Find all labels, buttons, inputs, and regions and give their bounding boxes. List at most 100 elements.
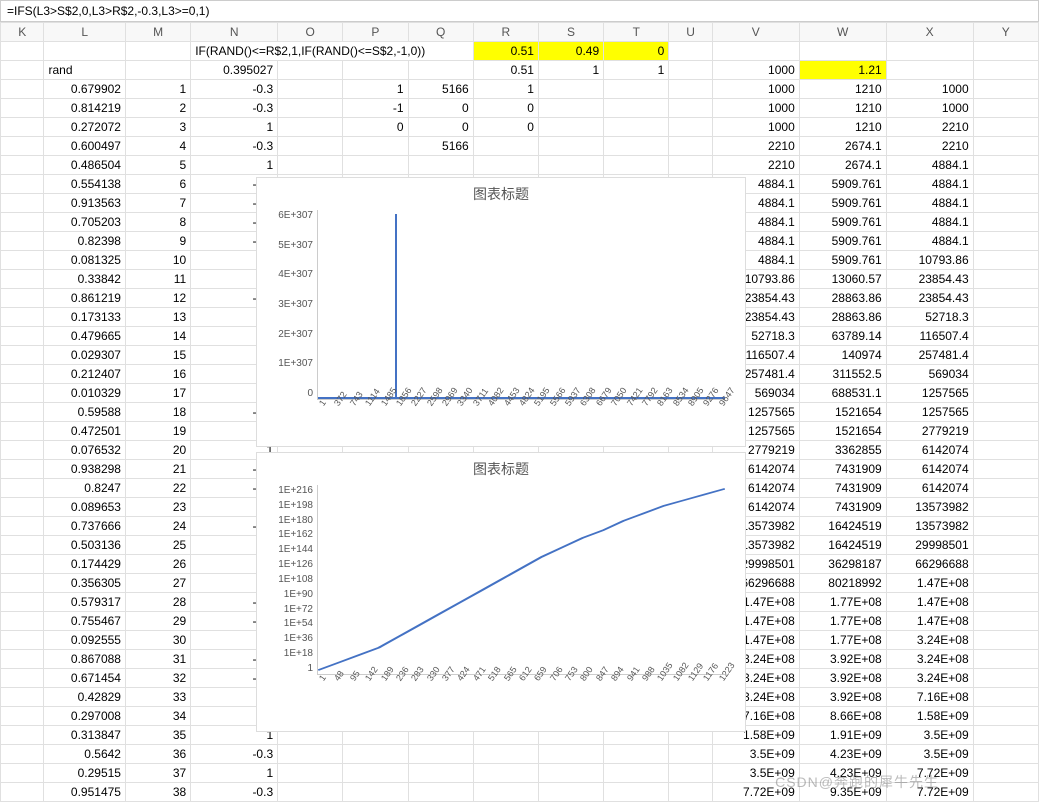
- cell[interactable]: 1000: [886, 99, 973, 118]
- cell[interactable]: 0: [408, 118, 473, 137]
- cell[interactable]: 0.600497: [44, 137, 126, 156]
- table-row[interactable]: 0.27207231000100012102210: [1, 118, 1039, 137]
- cell[interactable]: 18: [125, 403, 190, 422]
- cell[interactable]: [1, 232, 44, 251]
- cell[interactable]: [669, 99, 712, 118]
- cell[interactable]: [973, 289, 1038, 308]
- cell[interactable]: 1000: [886, 80, 973, 99]
- cell[interactable]: 1257565: [886, 403, 973, 422]
- cell[interactable]: 34: [125, 707, 190, 726]
- cell[interactable]: 0.755467: [44, 612, 126, 631]
- cell[interactable]: 1.21: [799, 61, 886, 80]
- cell[interactable]: [1, 61, 44, 80]
- cell[interactable]: [973, 612, 1038, 631]
- cell[interactable]: 5909.761: [799, 251, 886, 270]
- cell[interactable]: 38: [125, 783, 190, 802]
- cell[interactable]: [343, 156, 408, 175]
- cell[interactable]: 13573982: [886, 517, 973, 536]
- cell[interactable]: 30: [125, 631, 190, 650]
- cell[interactable]: -0.3: [191, 99, 278, 118]
- cell[interactable]: [278, 118, 343, 137]
- cell[interactable]: 7431909: [799, 460, 886, 479]
- cell[interactable]: 7.72E+09: [886, 764, 973, 783]
- cell[interactable]: 15: [125, 346, 190, 365]
- cell[interactable]: 6142074: [886, 460, 973, 479]
- cell[interactable]: 1: [125, 80, 190, 99]
- cell[interactable]: [973, 118, 1038, 137]
- cell[interactable]: [604, 137, 669, 156]
- cell[interactable]: 0.010329: [44, 384, 126, 403]
- cell[interactable]: 2779219: [886, 422, 973, 441]
- cell[interactable]: [1, 460, 44, 479]
- cell[interactable]: 140974: [799, 346, 886, 365]
- cell[interactable]: [408, 156, 473, 175]
- cell[interactable]: [278, 61, 343, 80]
- cell[interactable]: 1: [473, 80, 538, 99]
- cell[interactable]: 23854.43: [886, 270, 973, 289]
- col-header-X[interactable]: X: [886, 23, 973, 42]
- cell[interactable]: 1210: [799, 118, 886, 137]
- cell[interactable]: [973, 764, 1038, 783]
- cell[interactable]: [973, 213, 1038, 232]
- cell[interactable]: 0.313847: [44, 726, 126, 745]
- col-header-Q[interactable]: Q: [408, 23, 473, 42]
- cell[interactable]: 0.814219: [44, 99, 126, 118]
- cell[interactable]: 2: [125, 99, 190, 118]
- cell[interactable]: [973, 536, 1038, 555]
- cell[interactable]: 0.076532: [44, 441, 126, 460]
- cell[interactable]: 0.081325: [44, 251, 126, 270]
- cell[interactable]: 0.951475: [44, 783, 126, 802]
- cell[interactable]: 1.58E+09: [886, 707, 973, 726]
- cell[interactable]: [1, 270, 44, 289]
- cell[interactable]: [1, 251, 44, 270]
- cell[interactable]: [973, 137, 1038, 156]
- cell[interactable]: [669, 42, 712, 61]
- table-row[interactable]: 0.6799021-0.3151661100012101000: [1, 80, 1039, 99]
- cell[interactable]: [1, 327, 44, 346]
- cell[interactable]: 80218992: [799, 574, 886, 593]
- cell[interactable]: 4884.1: [886, 194, 973, 213]
- cell[interactable]: [973, 441, 1038, 460]
- cell[interactable]: 0.395027: [191, 61, 278, 80]
- col-header-T[interactable]: T: [604, 23, 669, 42]
- cell[interactable]: 0: [473, 99, 538, 118]
- cell[interactable]: [538, 764, 603, 783]
- cell[interactable]: [278, 156, 343, 175]
- cell[interactable]: 21: [125, 460, 190, 479]
- cell[interactable]: [973, 42, 1038, 61]
- cell[interactable]: [973, 384, 1038, 403]
- cell[interactable]: 4884.1: [886, 156, 973, 175]
- cell[interactable]: 19: [125, 422, 190, 441]
- cell[interactable]: 1: [191, 764, 278, 783]
- cell[interactable]: [538, 783, 603, 802]
- cell[interactable]: 9.35E+09: [799, 783, 886, 802]
- cell[interactable]: 0: [343, 118, 408, 137]
- cell[interactable]: 1521654: [799, 403, 886, 422]
- cell[interactable]: [1, 289, 44, 308]
- formula-bar[interactable]: =IFS(L3>S$2,0,L3>R$2,-0.3,L3>=0,1): [0, 0, 1039, 22]
- cell[interactable]: 8.66E+08: [799, 707, 886, 726]
- cell[interactable]: [1, 726, 44, 745]
- cell[interactable]: 116507.4: [886, 327, 973, 346]
- cell[interactable]: 0.503136: [44, 536, 126, 555]
- cell[interactable]: 0.51: [473, 42, 538, 61]
- col-header-O[interactable]: O: [278, 23, 343, 42]
- cell[interactable]: 0.679902: [44, 80, 126, 99]
- cell[interactable]: 0.297008: [44, 707, 126, 726]
- cell[interactable]: [973, 517, 1038, 536]
- col-header-R[interactable]: R: [473, 23, 538, 42]
- cell[interactable]: [278, 745, 343, 764]
- col-header-L[interactable]: L: [44, 23, 126, 42]
- cell[interactable]: [1, 156, 44, 175]
- cell[interactable]: [1, 688, 44, 707]
- cell[interactable]: [973, 650, 1038, 669]
- cell[interactable]: [1, 498, 44, 517]
- cell[interactable]: 0.938298: [44, 460, 126, 479]
- cell[interactable]: [343, 745, 408, 764]
- cell[interactable]: 0.49: [538, 42, 603, 61]
- cell[interactable]: 1: [191, 156, 278, 175]
- cell[interactable]: [973, 232, 1038, 251]
- cell[interactable]: 0: [408, 99, 473, 118]
- table-row[interactable]: 0.6004974-0.3516622102674.12210: [1, 137, 1039, 156]
- cell[interactable]: 3.92E+08: [799, 650, 886, 669]
